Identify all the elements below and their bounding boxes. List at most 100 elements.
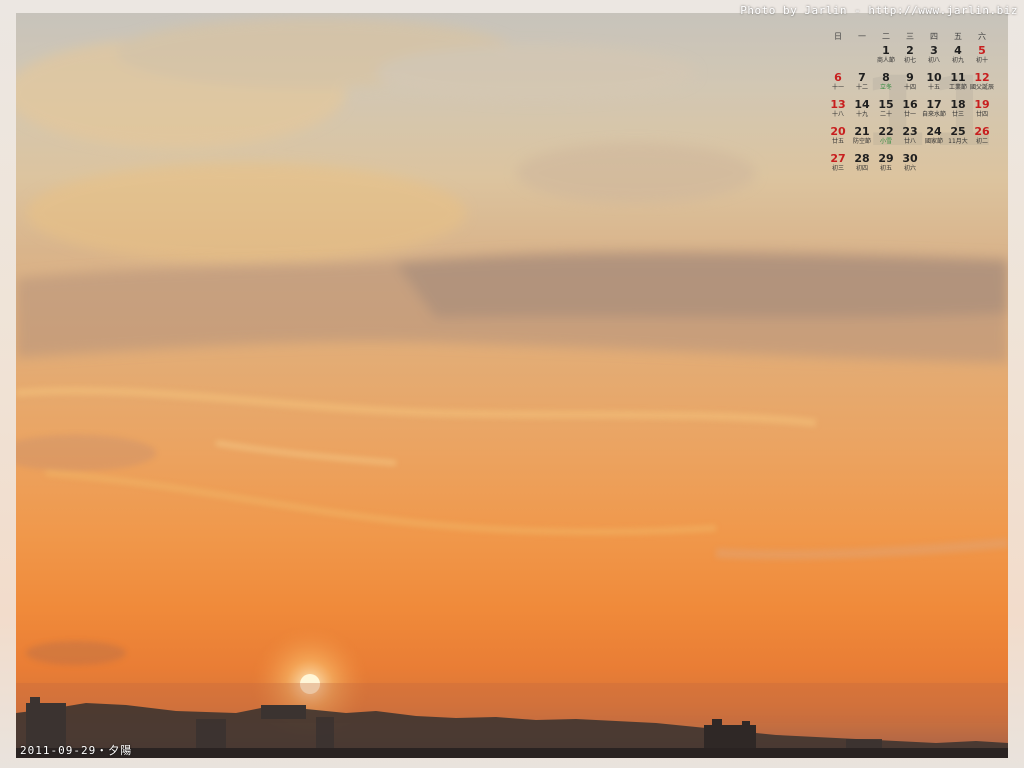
calendar-day-cell: 14 十九 [850,98,874,125]
day-number: 2 [906,44,914,57]
lunar-date: 初九 [951,57,964,64]
calendar-week-row: 1 商人節 2 初七 3 初八 4 初九 5 初十 [826,44,998,71]
calendar-day-cell [946,152,970,179]
lunar-date: 十二 [855,84,868,91]
weekday-label: 四 [930,32,938,41]
day-number: 7 [858,71,866,84]
day-number: 1 [882,44,890,57]
calendar-day-cell: 3 初八 [922,44,946,71]
calendar-day-cell [922,152,946,179]
day-number: 16 [902,98,918,111]
lunar-date: 初三 [831,165,844,172]
day-number: 26 [974,125,990,138]
calendar-week-row: 27 初三 28 初四 29 初五 30 初六 [826,152,998,179]
lunar-date: 廿五 [831,138,844,145]
calendar-day-cell: 8 立冬 [874,71,898,98]
lunar-date: 國家節 [924,138,943,145]
upper-clouds [16,18,756,263]
day-number: 23 [902,125,918,138]
lunar-date: 初六 [903,165,916,172]
calendar-day-cell: 7 十二 [850,71,874,98]
photo-credit: Photo by Jarlin - http://www.jarlin.biz [740,4,1018,17]
day-number: 30 [902,152,918,165]
lunar-date: 十一 [831,84,844,91]
month-calendar: 日一二三四五六 1 商人節 2 初七 3 初八 4 初九 5 初十 6 十一 7 十二 8 立冬 9 十四 10 十五… [826,30,998,179]
calendar-day-cell: 20 廿五 [826,125,850,152]
calendar-day-cell: 2 初七 [898,44,922,71]
wispy-clouds [16,386,1008,665]
day-number: 13 [830,98,846,111]
day-number: 4 [954,44,962,57]
lunar-date: 初八 [927,57,940,64]
calendar-day-cell: 11 工業節 [946,71,970,98]
calendar-day-cell: 15 二十 [874,98,898,125]
weekday-label: 五 [954,32,962,41]
calendar-day-cell: 24 國家節 [922,125,946,152]
calendar-day-cell: 26 初二 [970,125,994,152]
day-number: 18 [950,98,966,111]
day-number: 17 [926,98,942,111]
lunar-date: 初七 [903,57,916,64]
lunar-date: 自來水節 [922,111,947,118]
day-number: 19 [974,98,990,111]
calendar-weekday-header: 日一二三四五六 [826,30,998,44]
weekday-label: 日 [834,32,842,41]
cloud-band [16,250,1008,363]
calendar-day-cell: 30 初六 [898,152,922,179]
calendar-day-cell: 23 廿八 [898,125,922,152]
calendar-day-cell: 19 廿四 [970,98,994,125]
calendar-day-cell: 27 初三 [826,152,850,179]
lunar-date: 小雪 [879,138,892,145]
day-number: 21 [854,125,870,138]
calendar-day-cell: 5 初十 [970,44,994,71]
day-number: 12 [974,71,990,84]
calendar-day-cell: 29 初五 [874,152,898,179]
lunar-date: 十四 [903,84,916,91]
day-number: 27 [830,152,846,165]
lunar-date: 初二 [975,138,988,145]
day-number: 10 [926,71,942,84]
calendar-day-cell: 9 十四 [898,71,922,98]
day-number: 14 [854,98,870,111]
calendar-day-cell: 17 自來水節 [922,98,946,125]
lunar-date: 商人節 [876,57,895,64]
calendar-day-cell: 10 十五 [922,71,946,98]
calendar-day-cell: 18 廿三 [946,98,970,125]
day-number: 8 [882,71,890,84]
lunar-date: 初十 [975,57,988,64]
calendar-day-cell [826,44,850,71]
calendar-day-cell [850,44,874,71]
calendar-day-cell: 22 小雪 [874,125,898,152]
lunar-date: 十八 [831,111,844,118]
lunar-date: 十五 [927,84,940,91]
calendar-day-cell [970,152,994,179]
lunar-date: 初四 [855,165,868,172]
foreground-strip [16,748,1008,758]
lunar-date: 廿一 [903,111,916,118]
day-number: 22 [878,125,894,138]
day-number: 24 [926,125,942,138]
calendar-day-cell: 6 十一 [826,71,850,98]
lunar-date: 防空節 [852,138,871,145]
day-number: 5 [978,44,986,57]
calendar-week-row: 13 十八 14 十九 15 二十 16 廿一 17 自來水節 18 廿三 19 廿四 [826,98,998,125]
lunar-date: 廿三 [951,111,964,118]
lunar-date: 初五 [879,165,892,172]
day-number: 3 [930,44,938,57]
lunar-date: 國父誕辰 [970,84,995,91]
day-number: 20 [830,125,846,138]
photo-caption: 2011-09-29・夕陽 [20,744,133,757]
calendar-week-row: 20 廿五 21 防空節 22 小雪 23 廿八 24 國家節 25 11月大 26 初二 [826,125,998,152]
calendar-day-cell: 4 初九 [946,44,970,71]
weekday-label: 二 [882,32,890,41]
calendar-day-cell: 25 11月大 [946,125,970,152]
day-number: 9 [906,71,914,84]
calendar-day-cell: 16 廿一 [898,98,922,125]
weekday-label: 六 [978,32,986,41]
calendar-day-cell: 13 十八 [826,98,850,125]
lunar-date: 十九 [855,111,868,118]
lunar-date: 二十 [879,111,892,118]
day-number: 11 [950,71,966,84]
day-number: 29 [878,152,894,165]
calendar-grid: 1 商人節 2 初七 3 初八 4 初九 5 初十 6 十一 7 十二 8 立冬 9 十四 10 十五 11 工業節 12 國… [826,44,998,179]
